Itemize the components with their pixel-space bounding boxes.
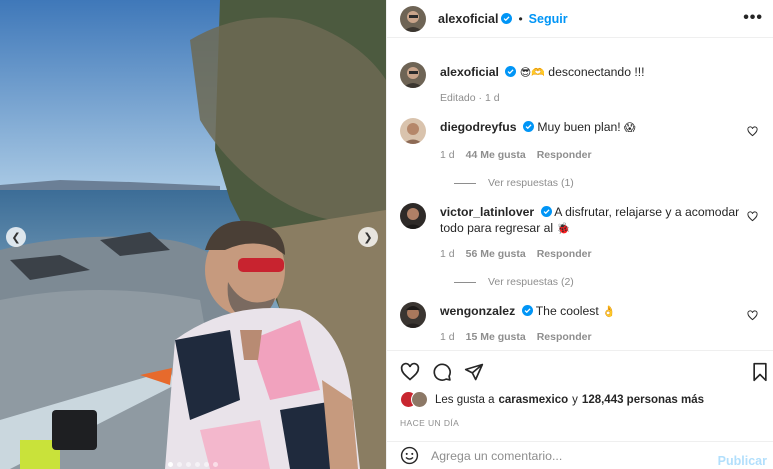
comment-emoji: 👌 (602, 305, 616, 318)
comment-username[interactable]: wengonzalez (440, 304, 515, 318)
add-comment-bar: Publicar (387, 441, 773, 469)
reply-button[interactable]: Responder (537, 248, 592, 260)
publish-comment-button[interactable]: Publicar (718, 454, 767, 468)
next-photo-button[interactable]: ❯ (358, 227, 378, 247)
comment-username[interactable]: victor_latinlover (440, 205, 534, 219)
caption-emojis: 😎🫶 (519, 66, 545, 79)
commenter-avatar[interactable] (400, 203, 426, 229)
separator-dot: • (518, 11, 523, 26)
carousel-dot (213, 462, 218, 467)
view-replies-button[interactable]: Ver respuestas (1) (454, 177, 760, 189)
post-timestamp: HACE UN DÍA (400, 418, 460, 428)
verified-badge-icon (522, 121, 534, 132)
verified-badge-icon (521, 305, 533, 316)
post-photo: ❮ ❯ (0, 0, 386, 469)
comment-item: diegodreyfus Muy buen plan! 😱 1 d 44 Me … (400, 118, 760, 189)
replies-divider (454, 182, 476, 184)
verified-badge-icon (501, 13, 513, 24)
comment-likes[interactable]: 15 Me gusta (466, 331, 526, 343)
liker-username[interactable]: carasmexico (498, 394, 568, 406)
comment-input[interactable] (431, 448, 681, 463)
liker-avatar[interactable] (411, 391, 428, 408)
comment-emoji: 😱 (624, 121, 636, 134)
comment-likes[interactable]: 44 Me gusta (466, 149, 526, 161)
like-comment-heart-icon[interactable] (747, 126, 758, 137)
reply-button[interactable]: Responder (537, 149, 592, 161)
likes-count[interactable]: 128,443 personas más (582, 394, 704, 406)
comment-time: 1 d (440, 331, 455, 343)
comment-text: The coolest (535, 304, 599, 318)
author-avatar[interactable] (400, 62, 426, 88)
verified-badge-icon (505, 66, 517, 77)
post-actions-bar (387, 350, 773, 390)
commenter-avatar[interactable] (400, 118, 426, 144)
like-heart-icon[interactable] (400, 362, 420, 382)
comment-text: Muy buen plan! (537, 120, 621, 134)
carousel-dot (195, 462, 200, 467)
comment-time: 1 d (440, 149, 455, 161)
likes-prefix: Les gusta a (435, 393, 495, 406)
beach-scene-image (0, 0, 386, 469)
author-avatar[interactable] (400, 5, 426, 32)
comment-item: wengonzalez The coolest 👌 1 d 15 Me gust… (400, 302, 760, 343)
follow-button[interactable]: Seguir (529, 12, 568, 26)
like-comment-heart-icon[interactable] (747, 310, 758, 321)
comment-item: victor_latinlover A disfrutar, relajarse… (400, 203, 760, 288)
likes-summary: Les gusta a carasmexico y 128,443 person… (400, 391, 704, 408)
post-caption: alexoficial 😎🫶 desconectando !!! Editado… (400, 62, 760, 104)
comments-list: alexoficial 😎🫶 desconectando !!! Editado… (387, 50, 773, 348)
view-replies-label: Ver respuestas (1) (488, 177, 574, 189)
caption-text: desconectando !!! (548, 65, 645, 79)
like-comment-heart-icon[interactable] (747, 211, 758, 222)
replies-divider (454, 281, 476, 283)
view-replies-button[interactable]: Ver respuestas (2) (454, 276, 760, 288)
previous-photo-button[interactable]: ❮ (6, 227, 26, 247)
carousel-dot (204, 462, 209, 467)
comment-time: 1 d (440, 248, 455, 260)
comment-bubble-icon[interactable] (432, 362, 452, 382)
comment-likes[interactable]: 56 Me gusta (466, 248, 526, 260)
more-options-icon[interactable]: ••• (743, 9, 763, 27)
comment-username[interactable]: diegodreyfus (440, 120, 517, 134)
carousel-dot (177, 462, 182, 467)
likes-connector: y (572, 393, 578, 406)
emoji-smiley-icon[interactable] (400, 446, 419, 465)
comment-emoji: 🐞 (556, 222, 571, 235)
share-send-icon[interactable] (464, 362, 484, 382)
reply-button[interactable]: Responder (537, 331, 592, 343)
verified-badge-icon (540, 206, 552, 217)
post-details-panel: alexoficial • Seguir ••• alexoficial 😎🫶 … (386, 0, 773, 469)
carousel-dot (168, 462, 173, 467)
author-username[interactable]: alexoficial (438, 12, 498, 26)
post-header: alexoficial • Seguir ••• (387, 0, 773, 38)
view-replies-label: Ver respuestas (2) (488, 276, 574, 288)
caption-edited: Editado · 1 d (440, 92, 500, 104)
carousel-dots (168, 462, 218, 467)
commenter-avatar[interactable] (400, 302, 426, 328)
carousel-dot (186, 462, 191, 467)
save-bookmark-icon[interactable] (750, 362, 770, 382)
caption-username[interactable]: alexoficial (440, 65, 499, 79)
